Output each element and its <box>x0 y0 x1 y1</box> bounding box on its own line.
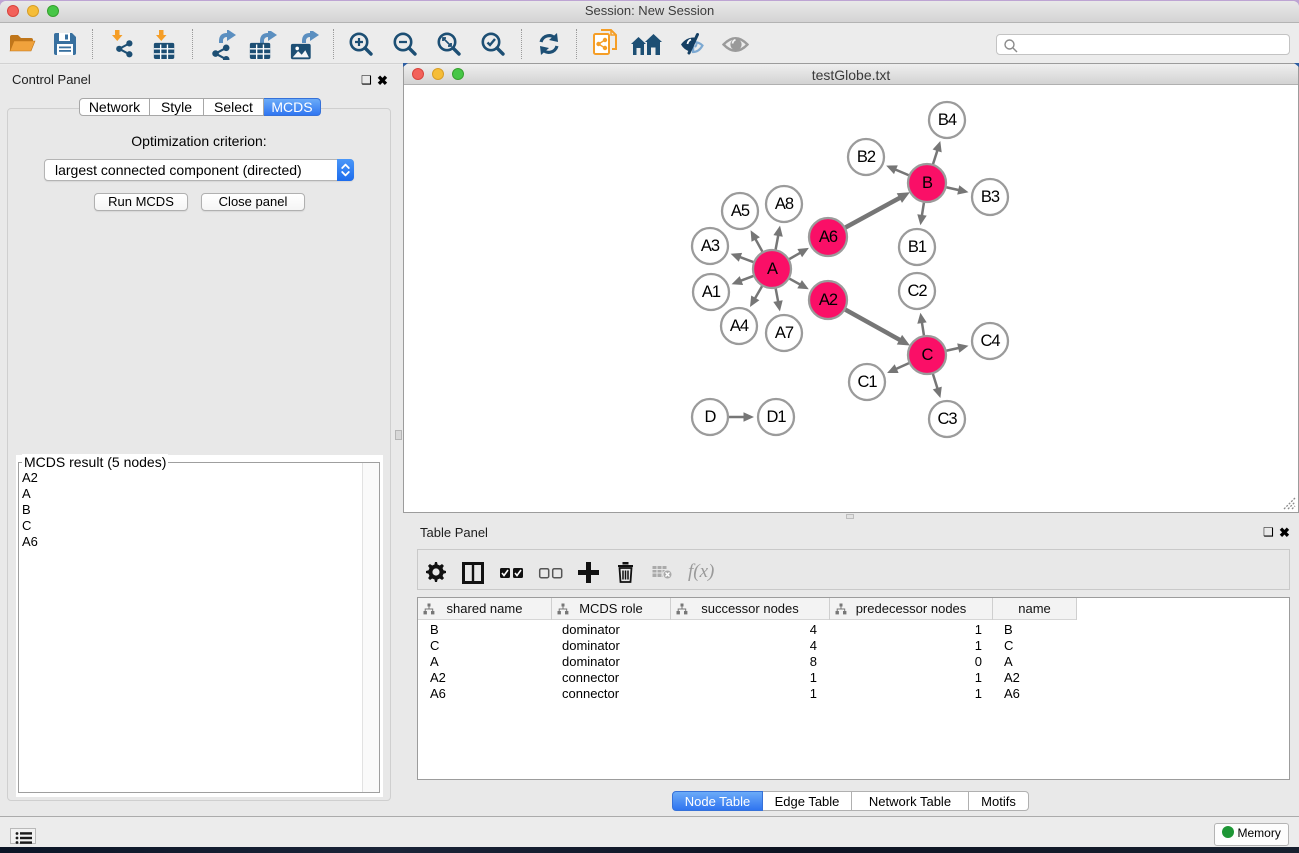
svg-text:A3: A3 <box>701 237 720 255</box>
svg-text:B3: B3 <box>981 188 1000 206</box>
svg-text:C4: C4 <box>980 332 1000 350</box>
svg-text:C: C <box>922 346 934 364</box>
svg-text:B: B <box>922 174 933 192</box>
svg-text:C2: C2 <box>907 282 927 300</box>
svg-text:A1: A1 <box>702 283 721 301</box>
svg-text:C3: C3 <box>937 410 957 428</box>
svg-text:f(x): f(x) <box>688 561 714 582</box>
svg-text:A6: A6 <box>819 228 838 246</box>
svg-text:B4: B4 <box>938 111 957 129</box>
svg-text:A: A <box>767 260 778 278</box>
svg-text:A8: A8 <box>775 195 794 213</box>
svg-text:C1: C1 <box>857 373 877 391</box>
svg-text:B1: B1 <box>908 238 927 256</box>
svg-text:B2: B2 <box>857 148 876 166</box>
svg-text:D: D <box>705 408 717 426</box>
svg-text:A4: A4 <box>730 317 749 335</box>
svg-text:A7: A7 <box>775 324 794 342</box>
svg-text:A5: A5 <box>731 202 750 220</box>
svg-text:A2: A2 <box>819 291 838 309</box>
svg-text:D1: D1 <box>766 408 786 426</box>
